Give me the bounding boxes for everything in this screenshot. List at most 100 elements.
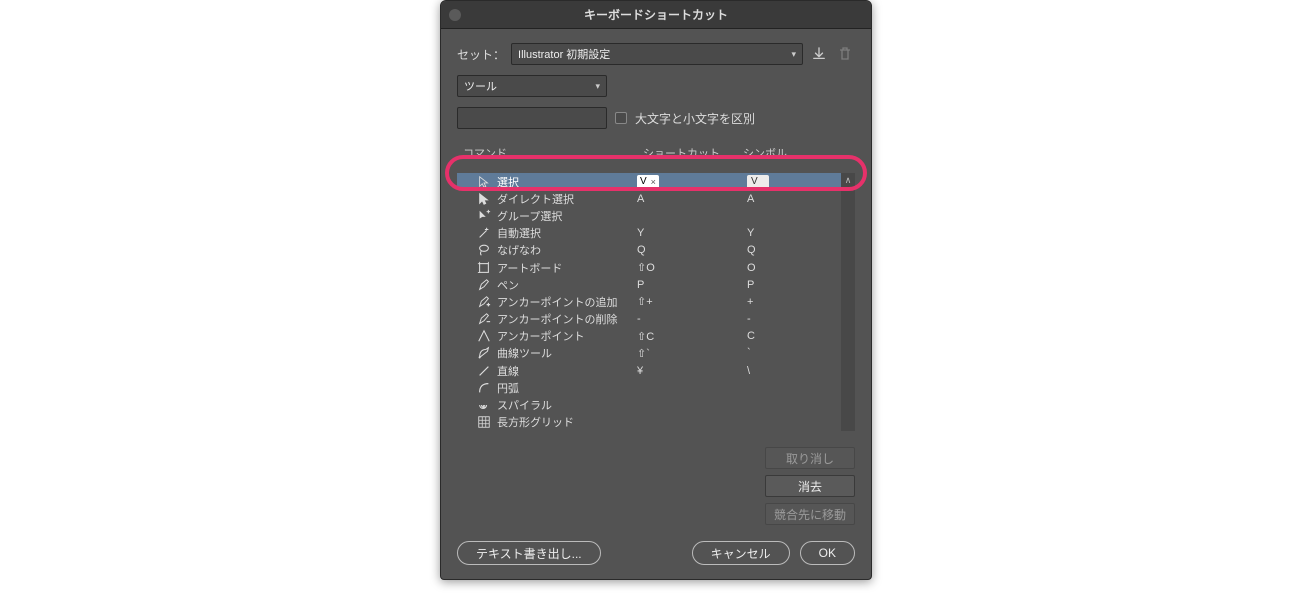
table-row[interactable]: グループ選択 [457,207,855,224]
symbol-cell: \ [747,365,787,377]
col-shortcut: ショートカット [643,145,743,161]
shortcut-cell: Q [637,244,747,256]
clear-shortcut-icon[interactable]: × [651,177,656,187]
set-select-value: Illustrator 初期設定 [518,46,610,62]
table-row[interactable]: アンカーポイントの削除-- [457,311,855,328]
tool-icon [457,381,497,395]
table-row[interactable]: なげなわQQ [457,242,855,259]
tool-icon [457,261,497,275]
clear-button[interactable]: 消去 [765,475,855,497]
table-row[interactable]: 円弧 [457,379,855,396]
shortcut-cell: ⇧C [637,330,747,343]
shortcut-cell: ⇧O [637,261,747,274]
case-sensitive-checkbox[interactable] [615,112,627,124]
symbol-cell: O [747,262,787,274]
table-row[interactable]: 選択V× V [457,173,855,190]
category-select[interactable]: ツール ▾ [457,75,607,97]
table-row[interactable]: 長方形グリッド [457,414,855,431]
table-row[interactable]: アンカーポイントの追加⇧++ [457,293,855,310]
table-row[interactable]: アートボード⇧OO [457,259,855,276]
tool-icon [457,312,497,326]
table-row[interactable]: スパイラル [457,396,855,413]
symbol-cell: Q [747,244,787,256]
symbol-cell[interactable]: V [747,175,787,189]
table-row[interactable]: 自動選択YY [457,225,855,242]
search-input[interactable] [468,112,610,124]
right-buttons: 取り消し 消去 競合先に移動 [457,447,855,525]
symbol-edit-field[interactable]: V [747,175,769,189]
command-name: 選択 [497,174,637,190]
ok-button[interactable]: OK [800,541,855,565]
search-field[interactable] [457,107,607,129]
shortcut-cell: ⇧` [637,347,747,360]
delete-set-button [835,44,855,64]
table-row[interactable]: ペンPP [457,276,855,293]
shortcut-cell: P [637,279,747,291]
command-name: ダイレクト選択 [497,191,637,207]
save-set-button[interactable] [809,44,829,64]
tool-icon [457,346,497,360]
symbol-cell: - [747,313,787,325]
tool-icon [457,364,497,378]
cancel-button[interactable]: キャンセル [692,541,790,565]
command-name: なげなわ [497,242,637,258]
shortcut-cell: - [637,313,747,325]
table-row[interactable]: 直線¥\ [457,362,855,379]
command-name: グループ選択 [497,208,637,224]
col-command: コマンド [463,145,643,161]
tool-icon [457,192,497,206]
symbol-cell: A [747,193,787,205]
command-name: アンカーポイントの削除 [497,311,637,327]
col-symbol: シンボル [743,145,849,161]
table-row[interactable]: ダイレクト選択AA [457,190,855,207]
export-text-button[interactable]: テキスト書き出し... [457,541,601,565]
dialog-footer: テキスト書き出し... キャンセル OK [441,541,871,579]
save-icon [812,47,826,61]
tool-icon [457,398,497,412]
keyboard-shortcuts-dialog: キーボードショートカット セット： Illustrator 初期設定 ▾ ツール [440,0,872,580]
category-row: ツール ▾ [457,75,855,97]
scrollbar[interactable] [841,187,855,431]
command-name: 自動選択 [497,225,637,241]
command-name: 直線 [497,363,637,379]
scroll-up-button[interactable]: ∧ [841,173,855,187]
command-name: 曲線ツール [497,345,637,361]
tool-icon [457,295,497,309]
symbol-cell: ` [747,347,787,359]
symbol-cell: Y [747,227,787,239]
search-row: 大文字と小文字を区別 [457,107,855,129]
table-row[interactable]: アンカーポイント⇧CC [457,328,855,345]
shortcut-list-area: 選択V×Vダイレクト選択AAグループ選択自動選択YYなげなわQQアートボード⇧O… [457,173,855,431]
shortcut-cell: ¥ [637,365,747,377]
category-select-value: ツール [464,78,497,94]
command-name: ペン [497,277,637,293]
symbol-cell: P [747,279,787,291]
dialog-title: キーボードショートカット [584,6,728,23]
trash-icon [839,47,851,61]
tool-icon [457,415,497,429]
tool-icon [457,243,497,257]
titlebar: キーボードショートカット [441,1,871,29]
case-sensitive-label: 大文字と小文字を区別 [635,110,755,127]
command-name: スパイラル [497,397,637,413]
shortcut-cell: ⇧+ [637,295,747,308]
chevron-down-icon: ▾ [595,81,600,92]
shortcut-cell[interactable]: V× [637,175,747,189]
shortcut-edit-field[interactable]: V× [637,175,659,189]
set-label: セット： [457,46,505,63]
close-window-button[interactable] [449,9,461,21]
tool-icon [457,329,497,343]
set-select[interactable]: Illustrator 初期設定 ▾ [511,43,803,65]
tool-icon [457,175,497,189]
shortcut-cell: Y [637,227,747,239]
table-row[interactable]: 曲線ツール⇧`` [457,345,855,362]
tool-icon [457,226,497,240]
shortcut-list[interactable]: 選択V×Vダイレクト選択AAグループ選択自動選択YYなげなわQQアートボード⇧O… [457,173,855,431]
shortcut-cell: A [637,193,747,205]
symbol-cell: + [747,296,787,308]
go-conflict-button: 競合先に移動 [765,503,855,525]
command-name: アンカーポイントの追加 [497,294,637,310]
chevron-down-icon: ▾ [791,49,796,60]
command-name: アートボード [497,260,637,276]
column-headers: コマンド ショートカット シンボル [457,139,855,163]
